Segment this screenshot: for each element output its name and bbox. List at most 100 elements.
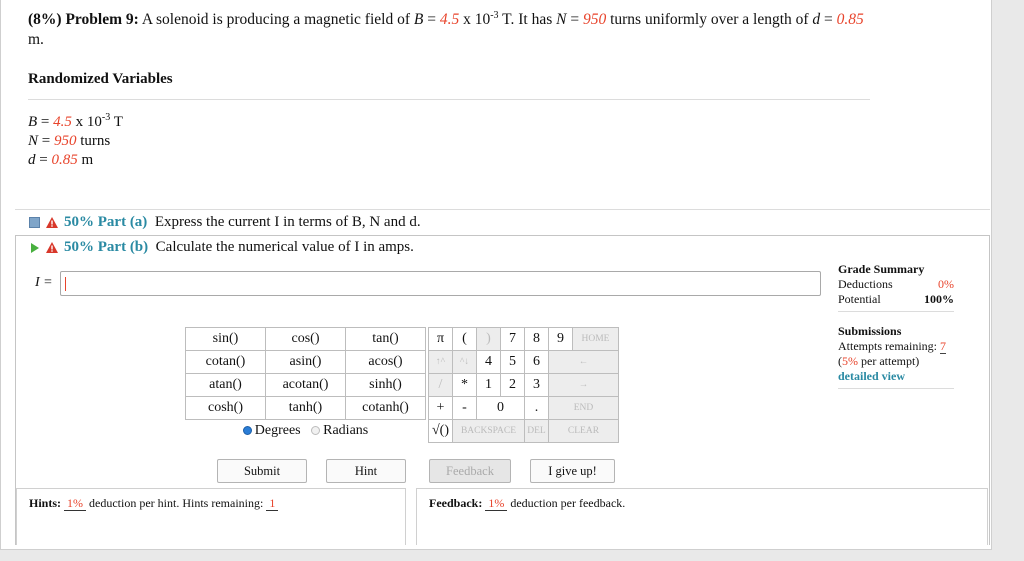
answer-input[interactable]	[60, 271, 821, 296]
problem-text-b: turns uniformly over a length of	[610, 11, 809, 28]
b-value: 4.5	[439, 11, 460, 28]
key-clear[interactable]: CLEAR	[548, 419, 619, 443]
key-5[interactable]: 5	[500, 350, 525, 374]
deductions-row: Deductions 0%	[838, 277, 954, 292]
key-atan[interactable]: atan()	[185, 373, 266, 397]
text-caret	[65, 277, 66, 291]
per-attempt-pct: 5%	[842, 354, 858, 368]
key-lparen[interactable]: (	[452, 327, 477, 351]
n-value: 950	[582, 11, 607, 28]
key-pi[interactable]: π	[428, 327, 453, 351]
key-caret[interactable]: ^↓	[452, 350, 477, 374]
collapse-icon[interactable]	[29, 217, 40, 228]
n-symbol: N	[556, 11, 567, 28]
d-symbol: d	[812, 11, 821, 28]
number-keypad: π ( ) 7 8 9 HOME ↑^ ^↓ 4 5 6 ← / * 1 2 3…	[428, 327, 619, 443]
radians-radio[interactable]	[311, 426, 321, 436]
var-d: d = 0.85 m	[28, 152, 94, 168]
var-n: N = 950 turns	[28, 133, 111, 149]
number-table: π ( ) 7 8 9 HOME ↑^ ^↓ 4 5 6 ← / * 1 2 3…	[428, 327, 619, 443]
key-cosh[interactable]: cosh()	[185, 396, 266, 420]
var-b: B = 4.5 x 10-3 T	[28, 112, 123, 131]
key-rparen[interactable]: )	[476, 327, 501, 351]
detailed-view-link[interactable]: detailed view	[838, 369, 954, 384]
deductions-value: 0%	[938, 277, 954, 291]
key-acos[interactable]: acos()	[345, 350, 426, 374]
key-back[interactable]: ←	[548, 350, 619, 374]
key-cos[interactable]: cos()	[265, 327, 346, 351]
potential-row: Potential 100%	[838, 292, 954, 307]
divider	[838, 311, 954, 312]
key-multiply[interactable]: *	[452, 373, 477, 397]
feedback-button[interactable]: Feedback	[429, 459, 511, 483]
key-acotan[interactable]: acotan()	[265, 373, 346, 397]
var-d-val: 0.85	[51, 152, 78, 168]
key-tanh[interactable]: tanh()	[265, 396, 346, 420]
problem-statement: (8%) Problem 9: A solenoid is producing …	[28, 9, 864, 48]
randomized-title: Randomized Variables	[28, 71, 173, 87]
var-b-unit: T	[113, 114, 123, 130]
degrees-radio[interactable]	[242, 426, 252, 436]
warning-icon	[46, 217, 58, 228]
potential-label: Potential	[838, 292, 881, 306]
key-7[interactable]: 7	[500, 327, 525, 351]
key-minus[interactable]: -	[452, 396, 477, 420]
key-home[interactable]: HOME	[572, 327, 619, 351]
divider	[838, 388, 954, 389]
problem-percent: (8%)	[28, 11, 62, 28]
key-8[interactable]: 8	[524, 327, 549, 351]
key-3[interactable]: 3	[524, 373, 549, 397]
give-up-button[interactable]: I give up!	[530, 459, 615, 483]
hints-pct: 1%	[64, 496, 87, 511]
var-b-sym: B	[28, 114, 38, 130]
submit-button[interactable]: Submit	[217, 459, 307, 483]
var-b-val: 4.5	[53, 114, 72, 130]
key-1[interactable]: 1	[476, 373, 501, 397]
var-d-unit: m	[81, 152, 94, 168]
key-2[interactable]: 2	[500, 373, 525, 397]
key-backspace[interactable]: BACKSPACE	[452, 419, 525, 443]
key-dot[interactable]: .	[524, 396, 549, 420]
b-tail: T. It has	[502, 11, 553, 28]
expand-icon[interactable]	[31, 242, 39, 253]
d-unit: m.	[28, 31, 44, 48]
part-b-percent: 50% Part (b)	[64, 239, 149, 255]
grade-summary-title: Grade Summary	[838, 262, 925, 276]
answer-label: I =	[35, 275, 53, 290]
key-tan[interactable]: tan()	[345, 327, 426, 351]
key-sqrt[interactable]: √()	[428, 419, 453, 443]
key-cotanh[interactable]: cotanh()	[345, 396, 426, 420]
potential-value: 100%	[924, 292, 954, 306]
part-b-text: Calculate the numerical value of I in am…	[155, 239, 414, 255]
key-plus[interactable]: +	[428, 396, 453, 420]
part-a-row[interactable]: 50% Part (a) Express the current I in te…	[29, 214, 421, 231]
key-sin[interactable]: sin()	[185, 327, 266, 351]
part-b-row[interactable]: 50% Part (b) Calculate the numerical val…	[29, 239, 414, 256]
key-cotan[interactable]: cotan()	[185, 350, 266, 374]
warning-icon	[46, 242, 58, 253]
var-d-sym: d	[28, 152, 36, 168]
var-b-exp: -3	[101, 112, 111, 123]
key-asin[interactable]: asin()	[265, 350, 346, 374]
key-6[interactable]: 6	[524, 350, 549, 374]
key-sinh[interactable]: sinh()	[345, 373, 426, 397]
hints-remaining: 1	[266, 496, 279, 511]
key-end[interactable]: END	[548, 396, 619, 420]
key-forward[interactable]: →	[548, 373, 619, 397]
key-divide[interactable]: /	[428, 373, 453, 397]
key-0[interactable]: 0	[476, 396, 525, 420]
key-del[interactable]: DEL	[524, 419, 549, 443]
attempts-value: 7	[939, 339, 946, 354]
feedback-label: Feedback:	[429, 496, 483, 510]
hint-button[interactable]: Hint	[326, 459, 406, 483]
b-unit: x 10	[463, 11, 491, 28]
key-up[interactable]: ↑^	[428, 350, 453, 374]
key-9[interactable]: 9	[548, 327, 573, 351]
d-value: 0.85	[836, 11, 864, 28]
key-4[interactable]: 4	[476, 350, 501, 374]
divider	[28, 99, 870, 100]
b-exponent: -3	[490, 9, 499, 21]
hints-label: Hints:	[29, 496, 62, 510]
angle-mode: Degrees Radians	[185, 423, 426, 439]
feedback-pct: 1%	[485, 496, 508, 511]
